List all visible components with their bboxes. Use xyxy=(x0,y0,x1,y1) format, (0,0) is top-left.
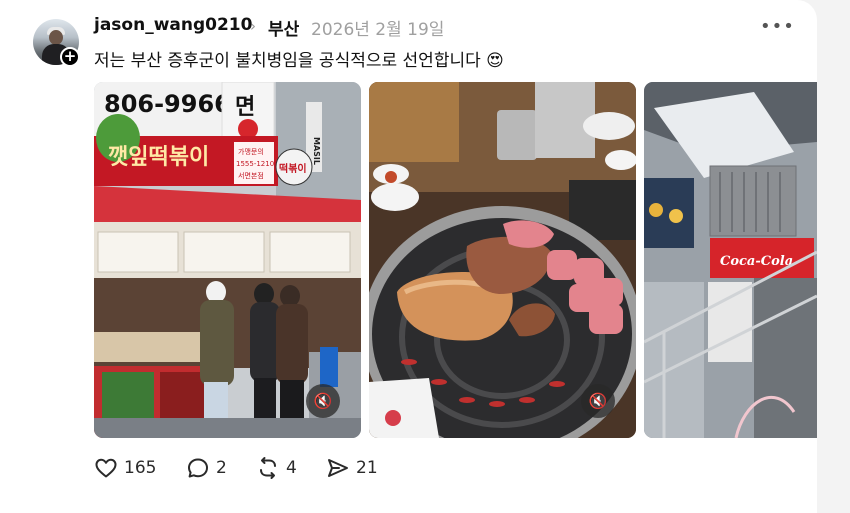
vertical-sign: MASIL xyxy=(312,137,321,165)
brand-sign: Coca-Cola xyxy=(720,254,793,269)
send-icon xyxy=(328,459,348,477)
like-count: 165 xyxy=(124,458,157,478)
mute-icon[interactable]: 🔇 xyxy=(581,384,615,418)
round-sign: 떡볶이 xyxy=(279,162,307,175)
media-image-3[interactable]: Coca-Cola xyxy=(644,82,817,438)
mute-icon[interactable]: 🔇 xyxy=(306,384,340,418)
share-count: 21 xyxy=(356,458,378,478)
repost-icon xyxy=(260,457,276,479)
chevron-right-icon: › xyxy=(250,17,256,35)
media-video-1[interactable]: 806-9966 면 MASIL 깻잎떡볶이 가맹문의 1555-1210 서면… xyxy=(94,82,361,438)
franchise-label: 가맹문의 xyxy=(238,147,264,156)
location-link[interactable]: 부산 xyxy=(268,15,299,40)
heart-icon xyxy=(95,458,117,478)
repost-count: 4 xyxy=(286,458,297,478)
reply-count: 2 xyxy=(216,458,227,478)
franchise-phone: 1555-1210 xyxy=(236,160,274,168)
post-caption: 저는 부산 증후군이 불치병임을 공식적으로 선언합니다 😍 xyxy=(94,51,504,71)
follow-button[interactable]: + xyxy=(60,47,80,67)
repost-button[interactable]: 4 xyxy=(256,456,297,480)
noodle-sign: 면 xyxy=(235,95,255,120)
like-button[interactable]: 165 xyxy=(94,456,156,480)
reply-button[interactable]: 2 xyxy=(186,456,227,480)
shop-name-sign: 깻잎떡볶이 xyxy=(108,145,209,170)
comment-icon xyxy=(188,458,208,478)
username[interactable]: jason_wang0210 xyxy=(94,15,252,35)
avatar-head xyxy=(49,30,63,45)
restaurant-interior-scene: Coca-Cola xyxy=(644,82,817,438)
franchise-branch: 서면본점 xyxy=(238,171,264,180)
post-date: 2026년 2월 19일 xyxy=(311,20,445,40)
phone-sign: 806-9966 xyxy=(104,90,231,118)
media-video-2[interactable]: 🔇 xyxy=(369,82,636,438)
post-card: + jason_wang0210 › 부산 2026년 2월 19일 ••• 저… xyxy=(0,0,817,513)
share-button[interactable]: 21 xyxy=(326,456,378,480)
more-options-button[interactable]: ••• xyxy=(760,16,795,37)
